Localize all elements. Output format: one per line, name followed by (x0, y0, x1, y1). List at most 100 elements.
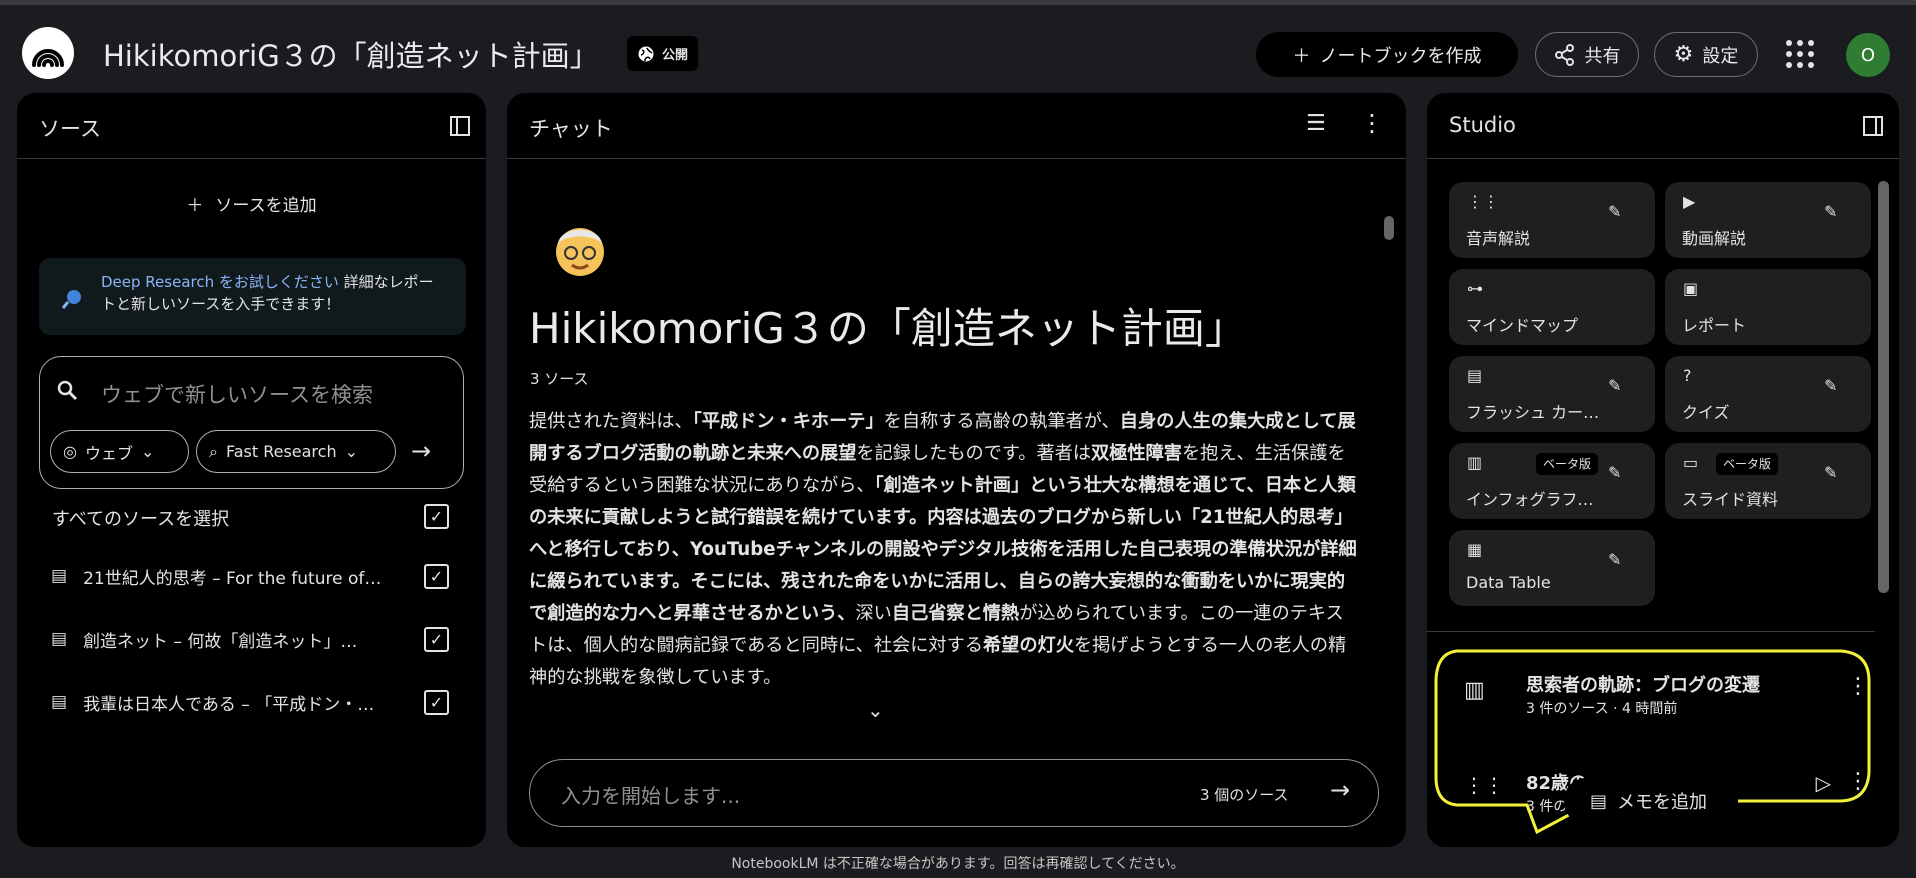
chat-title: チャット (529, 117, 613, 141)
elderly-man-emoji-icon (556, 228, 604, 276)
edit-icon[interactable]: ✎ (1824, 463, 1837, 482)
notebook-title[interactable]: HikikomoriG３の「創造ネット計画」 (103, 33, 599, 75)
summary-bold-text: 自己省察と情熱 (891, 603, 1020, 624)
video-overview-tile[interactable]: ▶ 動画解説 ✎ (1665, 182, 1871, 258)
edit-icon[interactable]: ✎ (1824, 202, 1837, 221)
settings-button[interactable]: ⚙ 設定 (1654, 32, 1758, 77)
flashcards-icon: ▤ (1467, 366, 1483, 385)
tile-label: マインドマップ (1466, 316, 1579, 335)
public-badge[interactable]: 公開 (627, 36, 699, 71)
document-icon: ▤ (51, 629, 68, 649)
source-item[interactable]: ▤ 我輩は日本人である – 「平成ドン・… (51, 687, 406, 717)
deep-research-banner[interactable]: Deep Research をお試しください 詳細なレポートと新しいソースを入手… (39, 258, 466, 335)
flashcards-tile[interactable]: ▤ フラッシュ カー… ✎ (1449, 356, 1655, 432)
deep-research-link[interactable]: Deep Research をお試しください (101, 273, 339, 291)
avatar[interactable]: O (1846, 33, 1890, 77)
summary-text: を自称する高齢の執筆者が、 (883, 411, 1120, 432)
infographic-tile[interactable]: ▥ ベータ版インフォグラフ… ✎ (1449, 443, 1655, 519)
sources-panel: ソース ＋ ソースを追加 Deep Research をお試しください 詳細なレポ… (17, 93, 486, 847)
studio-panel: Studio ⋮⋮ 音声解説 ✎ ▶ 動画解説 ✎ ⊶ マインドマップ ▣ レポート ▤ フラ… (1427, 93, 1899, 847)
add-memo-label: メモを追加 (1617, 792, 1708, 813)
add-memo-button[interactable]: ▤ メモを追加 (1564, 778, 1738, 824)
source-item[interactable]: ▤ 創造ネット – 何故「創造ネット」… (51, 624, 406, 654)
summary-bold-text: 「創造ネット計画」という壮大な構想を通じて、日本と人類の未来に貢献しようと試行錯… (529, 475, 1357, 624)
select-all-label: すべてのソースを選択 (52, 509, 230, 530)
source-checkbox[interactable]: ✓ (424, 564, 449, 589)
gear-icon: ⚙ (1673, 42, 1694, 67)
source-title: 21世紀人的思考 – For the future of… (83, 568, 382, 589)
chevron-down-icon: ⌄ (140, 442, 155, 461)
settings-label: 設定 (1702, 45, 1739, 67)
audio-wave-icon: ⋮⋮ (1467, 192, 1499, 211)
search-icon (57, 380, 78, 401)
report-icon: ▣ (1683, 279, 1699, 298)
add-source-label: ソースを追加 (215, 196, 317, 216)
research-mode-dropdown[interactable]: ⌕ Fast Research ⌄ (196, 430, 396, 473)
mind-map-icon: ⊶ (1467, 279, 1483, 298)
tile-label: フラッシュ カー… (1466, 403, 1600, 422)
more-options-icon[interactable]: ⋮ (1360, 109, 1384, 137)
share-label: 共有 (1584, 45, 1621, 67)
source-checkbox[interactable]: ✓ (424, 690, 449, 715)
web-label: ウェブ (84, 443, 133, 463)
beta-badge: ベータ版 (1536, 453, 1599, 475)
quiz-tile[interactable]: ? クイズ ✎ (1665, 356, 1871, 432)
search-input[interactable]: ウェブで新しいソースを検索 (101, 379, 373, 409)
share-button[interactable]: 共有 (1535, 32, 1639, 77)
share-icon (1554, 43, 1574, 66)
data-table-tile[interactable]: ▦ Data Table ✎ (1449, 530, 1655, 606)
collapse-panel-icon[interactable] (449, 115, 471, 137)
quiz-icon: ? (1683, 366, 1692, 385)
source-title: 我輩は日本人である – 「平成ドン・… (83, 694, 375, 715)
collapse-panel-icon[interactable] (1862, 115, 1884, 137)
edit-icon[interactable]: ✎ (1824, 376, 1837, 395)
divider (1427, 631, 1875, 632)
tile-label: 音声解説 (1466, 229, 1531, 248)
select-all-checkbox[interactable]: ✓ (424, 504, 449, 529)
notebooklm-logo-icon[interactable] (22, 27, 74, 79)
edit-icon[interactable]: ✎ (1608, 463, 1621, 482)
report-tile[interactable]: ▣ レポート (1665, 269, 1871, 345)
source-checkbox[interactable]: ✓ (424, 627, 449, 652)
edit-icon[interactable]: ✎ (1608, 202, 1621, 221)
plus-icon: ＋ (1292, 45, 1311, 67)
edit-icon[interactable]: ✎ (1608, 550, 1621, 569)
tile-label: インフォグラフ… (1466, 490, 1594, 509)
submit-search-arrow-icon[interactable]: → (411, 437, 431, 465)
public-label: 公開 (662, 48, 689, 63)
fast-research-label: Fast Research (225, 442, 337, 461)
top-bar: HikikomoriG３の「創造ネット計画」 公開 ＋ノートブックを作成 共有 … (0, 0, 1916, 92)
tile-label: スライド資料 (1682, 490, 1779, 509)
source-item[interactable]: ▤ 21世紀人的思考 – For the future of… (51, 561, 406, 591)
studio-scrollbar[interactable] (1878, 181, 1889, 593)
audio-overview-tile[interactable]: ⋮⋮ 音声解説 ✎ (1449, 182, 1655, 258)
tile-label: クイズ (1682, 403, 1730, 422)
send-arrow-icon[interactable]: → (1330, 776, 1350, 804)
chat-scrollbar[interactable] (1384, 216, 1394, 240)
magnifier-sparkle-icon (61, 290, 81, 309)
chevron-down-icon: ⌄ (344, 442, 358, 461)
tune-icon[interactable]: ☰ (1306, 111, 1326, 136)
summary-bold-text: 双極性障害 (1091, 443, 1182, 464)
scroll-down-chevron-icon[interactable]: ⌄ (867, 698, 884, 722)
slides-icon: ▭ (1683, 453, 1699, 472)
tile-label: Data Table (1466, 573, 1551, 592)
video-icon: ▶ (1683, 192, 1696, 211)
summary-bold-text: 希望の灯火 (982, 635, 1074, 656)
summary-text: 深い (855, 603, 892, 624)
apps-grid-icon[interactable] (1786, 40, 1814, 68)
table-icon: ▦ (1467, 540, 1483, 559)
chat-input[interactable]: 入力を開始します... 3 個のソース → (529, 759, 1379, 827)
source-count: 3 ソース (530, 370, 589, 388)
create-notebook-button[interactable]: ＋ ノートブックを作成 (1256, 32, 1518, 77)
bar-chart-icon: ▥ (1467, 453, 1483, 472)
document-icon: ▤ (51, 566, 68, 586)
summary-bold-text: 「平成ドン・キホーテ」 (692, 411, 884, 432)
add-source-button[interactable]: ＋ ソースを追加 (17, 191, 486, 216)
note-icon: ▤ (1590, 790, 1608, 812)
slides-tile[interactable]: ▭ ベータ版 スライド資料 ✎ (1665, 443, 1871, 519)
mind-map-tile[interactable]: ⊶ マインドマップ (1449, 269, 1655, 345)
chat-panel: チャット ☰ ⋮ HikikomoriG３の「創造ネット計画」 3 ソース 提供… (507, 93, 1406, 847)
edit-icon[interactable]: ✎ (1608, 376, 1621, 395)
web-source-dropdown[interactable]: ◎ ウェブ ⌄ (50, 430, 189, 473)
